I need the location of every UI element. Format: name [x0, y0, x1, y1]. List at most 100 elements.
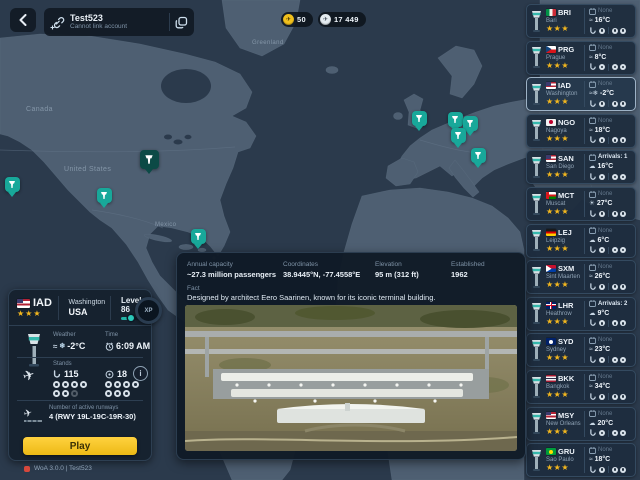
calendar-icon: [589, 337, 596, 344]
airport-country: USA: [68, 307, 105, 317]
status-text: None: [598, 447, 612, 453]
status-text: Arrivals: 2: [598, 301, 627, 307]
map-pin-san[interactable]: [5, 177, 20, 197]
country-flag: [546, 46, 556, 53]
control-tower-icon: [527, 334, 546, 366]
airport-card-bri[interactable]: BRI Bari ★★★ None ≈ 16°C: [526, 4, 636, 38]
map-pin-sxm[interactable]: [191, 229, 206, 249]
runways-label: Number of active runways: [49, 405, 149, 411]
divider: [608, 393, 609, 400]
airport-card-lej[interactable]: LEJ Leipzig ★★★ None ☁ 6°C: [526, 224, 636, 258]
divider: [169, 13, 170, 31]
pin-tip: [100, 203, 108, 208]
weather-icon: ☀: [589, 200, 595, 207]
catering-badge: [620, 320, 626, 326]
airport-card-syd[interactable]: SYD Sydney ★★★ None ≈ 23°C: [526, 333, 636, 367]
airport-code: GRU: [558, 447, 575, 456]
pushback-badge: [599, 174, 605, 180]
weather-icon: ≈: [589, 346, 593, 353]
pushback-badge: [599, 101, 605, 107]
account-panel[interactable]: Test523 Cannot link account: [44, 8, 194, 36]
airport-card-sxm[interactable]: SXM Sint Maarten ★★★ None ≈ 26°C: [526, 260, 636, 294]
deicing-badge: [123, 390, 130, 397]
calendar-icon: [589, 374, 596, 381]
field-value: 38.9445°N, -77.4558°E: [283, 270, 375, 279]
silver-currency[interactable]: ✈ 17 449: [318, 12, 366, 27]
airport-card-ngo[interactable]: NGO Nagoya ★★★ None ≈ 18°C: [526, 114, 636, 148]
jetbridge-icon: [589, 466, 597, 474]
aircraft-icon: ✈: [21, 366, 37, 386]
jetbridge-icon: [589, 173, 597, 181]
back-button[interactable]: [10, 8, 36, 32]
airport-card-prg[interactable]: PRG Prague ★★★ None ≈ 8°C: [526, 41, 636, 75]
bus-badge: [71, 381, 78, 388]
status-text: None: [598, 374, 612, 380]
jetbridge-icon: [53, 370, 61, 379]
map-pin-bri[interactable]: [471, 148, 486, 168]
map-pin[interactable]: [451, 128, 466, 148]
airport-code: SXM: [558, 264, 574, 273]
info-button[interactable]: i: [133, 366, 148, 381]
usa-flag: [17, 299, 30, 308]
star-rating: ★★★: [546, 207, 583, 216]
fact-label: Fact: [187, 285, 200, 292]
airport-info-panel: Annual capacity ~27.3 million passengers…: [176, 252, 526, 460]
airport-card-bkk[interactable]: BKK Bangkok ★★★ None ≈ 34°C: [526, 370, 636, 404]
status-text: None: [598, 337, 612, 343]
map-pin-msy[interactable]: [97, 188, 112, 208]
temperature: 27°C: [597, 200, 613, 207]
fact-text: Designed by architect Eero Saarinen, kno…: [187, 293, 515, 302]
services-row: [589, 173, 635, 181]
status-text: None: [598, 8, 612, 14]
copy-icon[interactable]: [175, 16, 188, 29]
calendar-icon: [589, 8, 596, 15]
divider: [584, 118, 585, 144]
weather-icon: ☁: [589, 163, 596, 170]
calendar-icon: [589, 447, 596, 454]
airport-card-iad[interactable]: IAD Washington ★★★ None ≈❄ -2°C: [526, 77, 636, 111]
play-button[interactable]: Play: [23, 437, 137, 455]
pushback-badge: [105, 381, 112, 388]
control-tower-icon: [191, 229, 206, 244]
jetbridge-icon: [589, 27, 597, 35]
airport-card-san[interactable]: SAN San Diego ★★★ Arrivals: 1 ☁ 16°C: [526, 150, 636, 184]
airport-card-lhr[interactable]: LHR Heathrow ★★★ Arrivals: 2 ☁ 9°C: [526, 297, 636, 331]
services-row: [589, 429, 635, 437]
field-label: Annual capacity: [187, 261, 283, 268]
divider: [608, 356, 609, 363]
runway-icon: ✈: [22, 406, 44, 424]
star-rating: ★★★: [546, 134, 583, 143]
pushback-badge: [599, 357, 605, 363]
fuel-badge: [612, 28, 618, 34]
map-pin-lhr[interactable]: [412, 111, 427, 131]
airport-card-mct[interactable]: MCT Muscat ★★★ None ☀ 27°C: [526, 187, 636, 221]
airport-card-gru[interactable]: GRU Sao Paulo ★★★ None ≈ 18°C: [526, 443, 636, 477]
pushback-badge: [599, 247, 605, 253]
divider: [608, 100, 609, 107]
star-rating: ★★★: [546, 61, 583, 70]
services-row: [589, 27, 635, 35]
pin-tip: [466, 131, 474, 136]
map-pin-iad[interactable]: [140, 150, 159, 174]
calendar-icon: [589, 154, 596, 161]
weather-icon: ☁: [589, 237, 596, 244]
xp-badge[interactable]: XP: [135, 297, 162, 324]
divider: [584, 337, 585, 363]
catering-badge: [620, 430, 626, 436]
airport-card-msy[interactable]: MSY New Orleans ★★★ None ☁ 20°C: [526, 407, 636, 441]
control-tower-icon: [471, 148, 486, 163]
silver-coin-icon: ✈: [320, 14, 331, 25]
fuel-badge: [132, 381, 139, 388]
control-tower-icon: [527, 298, 546, 330]
divider: [608, 320, 609, 327]
stand-service-badges: [53, 381, 93, 397]
weather-icon: ≈: [589, 54, 593, 61]
star-rating: ★★★: [546, 170, 583, 179]
pushback-badge: [599, 211, 605, 217]
gold-currency[interactable]: ✈ 50: [281, 12, 313, 27]
airport-code: NGO: [558, 118, 575, 127]
divider: [584, 264, 585, 290]
info-fields: Annual capacity ~27.3 million passengers…: [187, 261, 517, 279]
airport-code: PRG: [558, 45, 574, 54]
calendar-icon: [589, 44, 596, 51]
